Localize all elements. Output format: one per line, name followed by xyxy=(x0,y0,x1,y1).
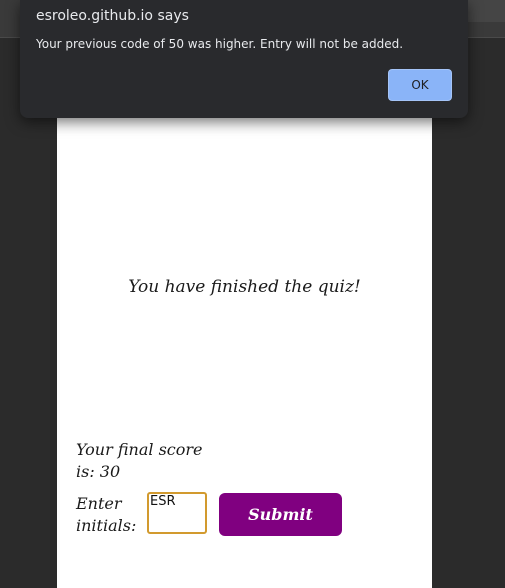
dialog-message: Your previous code of 50 was higher. Ent… xyxy=(36,37,404,51)
dialog-title: esroleo.github.io says xyxy=(36,8,189,24)
initials-label: Enter initials: xyxy=(76,494,137,535)
alert-dialog: esroleo.github.io says Your previous cod… xyxy=(20,0,468,118)
initials-input-value: ESR xyxy=(150,494,176,509)
final-score: Your final score is: 30 xyxy=(76,440,203,481)
ok-button[interactable]: OK xyxy=(388,69,452,101)
submit-button[interactable]: Submit xyxy=(219,493,342,536)
initials-input[interactable]: ESR xyxy=(147,492,207,534)
finished-message: You have finished the quiz! xyxy=(128,277,361,297)
browser-tab-fragment[interactable] xyxy=(464,0,505,22)
quiz-page: You have finished the quiz! Your final s… xyxy=(57,118,432,588)
